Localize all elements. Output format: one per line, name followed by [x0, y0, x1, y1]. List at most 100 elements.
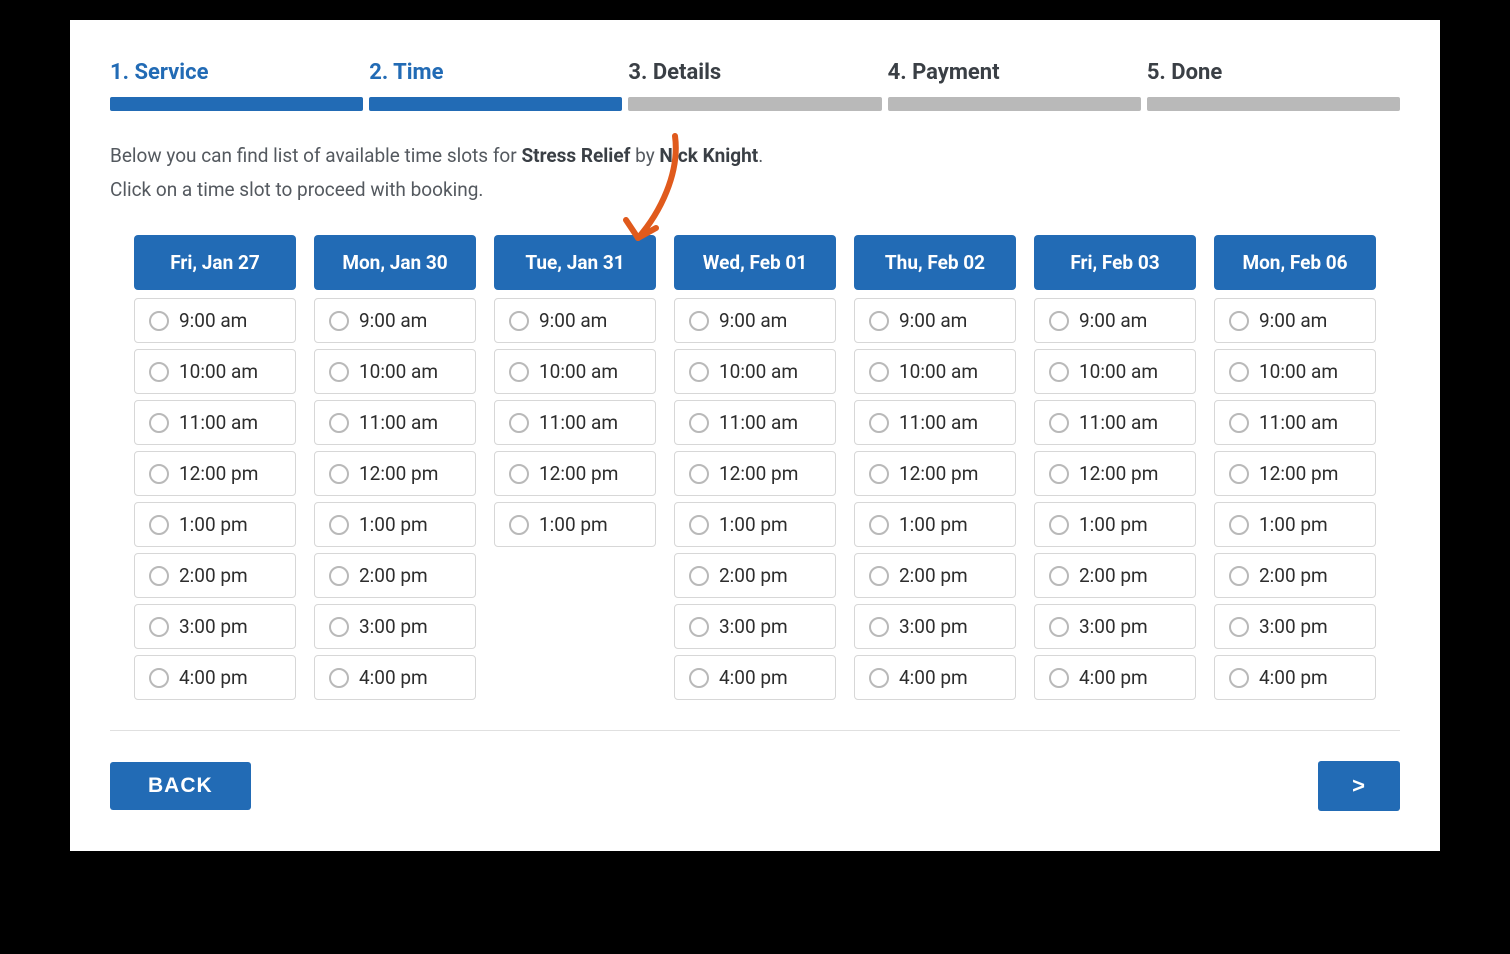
time-slot[interactable]: 10:00 am	[134, 349, 296, 394]
step-service[interactable]: 1. Service	[110, 60, 363, 111]
step-label: 2. Time	[369, 60, 622, 85]
time-slot[interactable]: 9:00 am	[494, 298, 656, 343]
time-slot-label: 3:00 pm	[899, 615, 968, 638]
time-slot[interactable]: 12:00 pm	[674, 451, 836, 496]
back-button[interactable]: BACK	[110, 762, 251, 810]
time-slot[interactable]: 10:00 am	[674, 349, 836, 394]
time-slot[interactable]: 12:00 pm	[494, 451, 656, 496]
time-slot[interactable]: 10:00 am	[1034, 349, 1196, 394]
time-slot[interactable]: 9:00 am	[1214, 298, 1376, 343]
time-slot[interactable]: 2:00 pm	[1034, 553, 1196, 598]
radio-icon	[1049, 413, 1069, 433]
time-slot[interactable]: 4:00 pm	[1034, 655, 1196, 700]
day-column: Tue, Jan 319:00 am10:00 am11:00 am12:00 …	[494, 235, 656, 706]
time-slot-label: 2:00 pm	[719, 564, 788, 587]
time-slot[interactable]: 9:00 am	[1034, 298, 1196, 343]
step-label: 3. Details	[628, 60, 881, 85]
time-slot[interactable]: 12:00 pm	[854, 451, 1016, 496]
radio-icon	[329, 362, 349, 382]
day-header: Mon, Feb 06	[1214, 235, 1376, 290]
time-slot[interactable]: 3:00 pm	[854, 604, 1016, 649]
time-slot-label: 3:00 pm	[359, 615, 428, 638]
time-slot[interactable]: 12:00 pm	[314, 451, 476, 496]
time-slot[interactable]: 1:00 pm	[674, 502, 836, 547]
time-slot[interactable]: 3:00 pm	[314, 604, 476, 649]
time-slot[interactable]: 4:00 pm	[674, 655, 836, 700]
time-slot[interactable]: 10:00 am	[1214, 349, 1376, 394]
time-slot[interactable]: 1:00 pm	[314, 502, 476, 547]
time-slot-label: 1:00 pm	[539, 513, 608, 536]
radio-icon	[149, 311, 169, 331]
time-slot[interactable]: 1:00 pm	[854, 502, 1016, 547]
radio-icon	[689, 464, 709, 484]
time-slot[interactable]: 2:00 pm	[854, 553, 1016, 598]
time-slot[interactable]: 1:00 pm	[1214, 502, 1376, 547]
time-slot-label: 11:00 am	[1079, 411, 1158, 434]
time-slot[interactable]: 11:00 am	[494, 400, 656, 445]
time-slot[interactable]: 2:00 pm	[314, 553, 476, 598]
time-slot[interactable]: 4:00 pm	[854, 655, 1016, 700]
time-slot[interactable]: 1:00 pm	[134, 502, 296, 547]
time-slot[interactable]: 11:00 am	[1034, 400, 1196, 445]
time-slot-label: 10:00 am	[1259, 360, 1338, 383]
time-slot-label: 1:00 pm	[899, 513, 968, 536]
time-slot-label: 11:00 am	[539, 411, 618, 434]
day-column: Wed, Feb 019:00 am10:00 am11:00 am12:00 …	[674, 235, 836, 706]
time-slot[interactable]: 3:00 pm	[1034, 604, 1196, 649]
radio-icon	[1049, 311, 1069, 331]
booking-step-panel: 1. Service 2. Time 3. Details 4. Payment…	[70, 20, 1440, 851]
time-slot[interactable]: 1:00 pm	[1034, 502, 1196, 547]
time-slot[interactable]: 11:00 am	[854, 400, 1016, 445]
time-slot[interactable]: 9:00 am	[674, 298, 836, 343]
time-slot[interactable]: 12:00 pm	[134, 451, 296, 496]
step-details[interactable]: 3. Details	[628, 60, 881, 111]
time-slot[interactable]: 4:00 pm	[134, 655, 296, 700]
time-slot[interactable]: 9:00 am	[134, 298, 296, 343]
radio-icon	[509, 464, 529, 484]
radio-icon	[689, 515, 709, 535]
time-slot[interactable]: 10:00 am	[854, 349, 1016, 394]
time-slot-label: 10:00 am	[359, 360, 438, 383]
time-slot[interactable]: 12:00 pm	[1034, 451, 1196, 496]
intro-prefix: Below you can find list of available tim…	[110, 144, 521, 167]
time-slot[interactable]: 9:00 am	[314, 298, 476, 343]
time-slot[interactable]: 1:00 pm	[494, 502, 656, 547]
time-slot-label: 12:00 pm	[1259, 462, 1338, 485]
time-slot-label: 2:00 pm	[179, 564, 248, 587]
time-slot[interactable]: 4:00 pm	[314, 655, 476, 700]
progress-stepper: 1. Service 2. Time 3. Details 4. Payment…	[110, 60, 1400, 111]
radio-icon	[689, 617, 709, 637]
time-slot[interactable]: 3:00 pm	[674, 604, 836, 649]
time-slot[interactable]: 11:00 am	[134, 400, 296, 445]
step-payment[interactable]: 4. Payment	[888, 60, 1141, 111]
time-slot-label: 2:00 pm	[1079, 564, 1148, 587]
next-button[interactable]: >	[1318, 761, 1400, 811]
time-slot[interactable]: 3:00 pm	[1214, 604, 1376, 649]
time-slot[interactable]: 10:00 am	[494, 349, 656, 394]
time-slot[interactable]: 9:00 am	[854, 298, 1016, 343]
step-bar	[888, 97, 1141, 111]
time-slot[interactable]: 2:00 pm	[134, 553, 296, 598]
time-slot[interactable]: 11:00 am	[1214, 400, 1376, 445]
time-slot[interactable]: 12:00 pm	[1214, 451, 1376, 496]
time-slot[interactable]: 11:00 am	[314, 400, 476, 445]
step-time[interactable]: 2. Time	[369, 60, 622, 111]
step-bar	[1147, 97, 1400, 111]
radio-icon	[689, 362, 709, 382]
time-slot[interactable]: 4:00 pm	[1214, 655, 1376, 700]
time-slot[interactable]: 2:00 pm	[1214, 553, 1376, 598]
time-slot-label: 11:00 am	[719, 411, 798, 434]
step-done[interactable]: 5. Done	[1147, 60, 1400, 111]
radio-icon	[1229, 311, 1249, 331]
radio-icon	[869, 566, 889, 586]
time-slot[interactable]: 2:00 pm	[674, 553, 836, 598]
day-column: Thu, Feb 029:00 am10:00 am11:00 am12:00 …	[854, 235, 1016, 706]
step-label: 1. Service	[110, 60, 363, 85]
time-slot[interactable]: 11:00 am	[674, 400, 836, 445]
radio-icon	[1229, 515, 1249, 535]
time-slot-label: 10:00 am	[719, 360, 798, 383]
time-slot[interactable]: 3:00 pm	[134, 604, 296, 649]
time-slot-label: 1:00 pm	[179, 513, 248, 536]
time-slot[interactable]: 10:00 am	[314, 349, 476, 394]
day-column: Mon, Jan 309:00 am10:00 am11:00 am12:00 …	[314, 235, 476, 706]
